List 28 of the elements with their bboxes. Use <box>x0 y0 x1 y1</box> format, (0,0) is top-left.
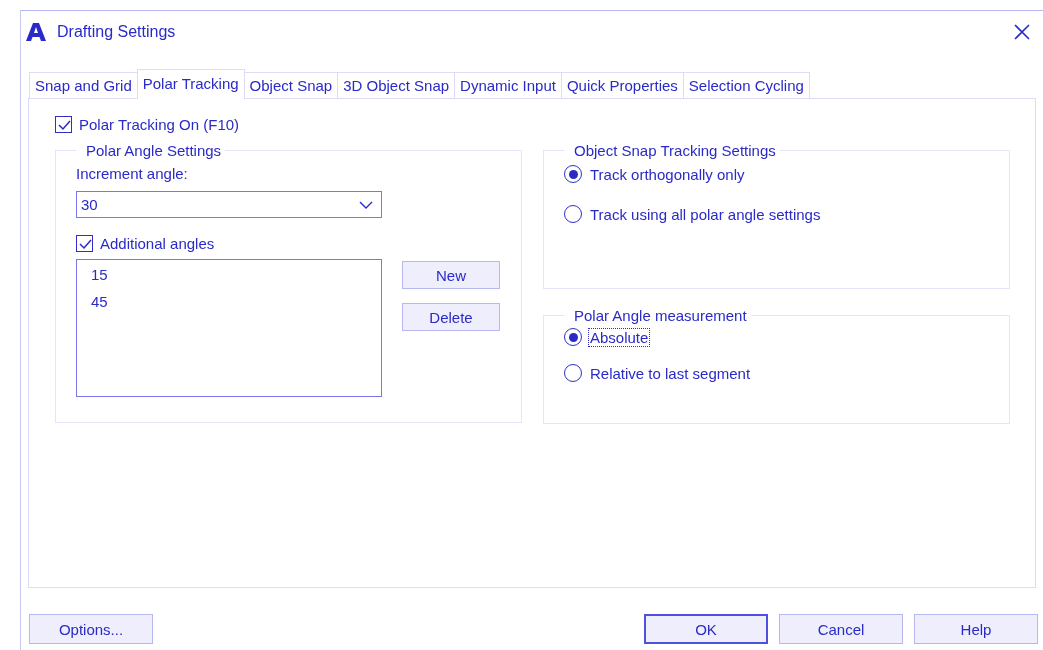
radio-label: Track orthogonally only <box>589 164 746 184</box>
window-title: Drafting Settings <box>57 23 176 41</box>
checkbox-label: Additional angles <box>99 234 216 253</box>
radio-label: Absolute <box>588 327 651 347</box>
increment-angle-dropdown[interactable]: 30 <box>76 191 382 218</box>
letter-a-logo-icon <box>25 22 47 42</box>
radio-label: Track using all polar angle settings <box>589 204 822 224</box>
list-item[interactable]: 45 <box>91 293 367 320</box>
checkbox[interactable] <box>76 235 93 252</box>
tab[interactable]: Polar Tracking <box>136 69 245 99</box>
chevron-down-icon <box>359 200 373 209</box>
close-icon[interactable] <box>1013 23 1031 41</box>
group-title: Polar Angle Settings <box>85 142 223 159</box>
checkbox-label: Polar Tracking On (F10) <box>78 115 241 134</box>
tab[interactable]: Snap and Grid <box>29 72 138 98</box>
options-button[interactable]: Options... <box>29 614 153 644</box>
dialog-button[interactable]: Cancel <box>779 614 903 644</box>
group-title: Object Snap Tracking Settings <box>573 142 777 159</box>
checkbox[interactable] <box>55 116 72 133</box>
angle-button[interactable]: Delete <box>402 303 500 331</box>
list-item[interactable]: 15 <box>91 266 367 293</box>
angle-button[interactable]: New <box>402 261 500 289</box>
dialog-button[interactable]: OK <box>644 614 768 644</box>
field-label: Increment angle: <box>76 165 189 182</box>
dialog-button[interactable]: Help <box>914 614 1038 644</box>
tab[interactable]: Selection Cycling <box>682 72 810 98</box>
group-title: Polar Angle measurement <box>573 307 748 324</box>
radio-label: Relative to last segment <box>589 363 752 383</box>
